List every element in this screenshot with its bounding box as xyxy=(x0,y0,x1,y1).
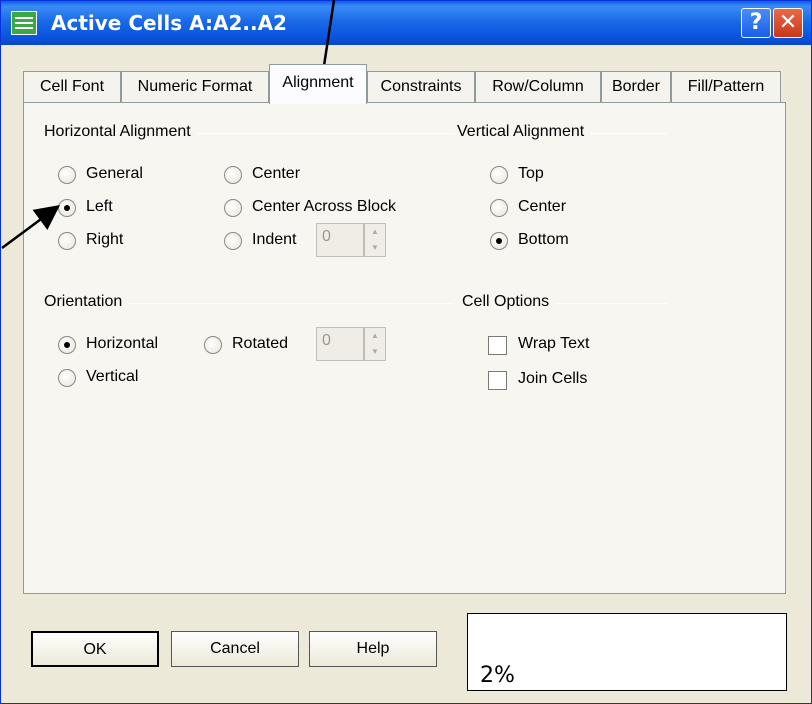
window-title: Active Cells A:A2..A2 xyxy=(51,11,287,35)
vertical-alignment-label: Vertical Alignment xyxy=(457,123,591,141)
radio-right[interactable] xyxy=(58,232,76,250)
spin-up-icon[interactable]: ▲ xyxy=(365,328,385,344)
indent-spin-arrows[interactable]: ▲ ▼ xyxy=(364,223,386,257)
right-label: Right xyxy=(86,231,124,248)
spin-down-icon[interactable]: ▼ xyxy=(365,344,385,360)
wrap-text-checkbox[interactable] xyxy=(488,336,507,355)
join-cells-checkbox[interactable] xyxy=(488,371,507,390)
general-label: General xyxy=(86,165,143,182)
radio-indent[interactable] xyxy=(224,232,242,250)
rotated-spinner[interactable]: 0 ▲ ▼ xyxy=(316,327,386,361)
vertical-center-label: Center xyxy=(518,198,567,215)
status-percentage: 2% xyxy=(480,663,515,688)
spin-up-icon[interactable]: ▲ xyxy=(365,224,385,240)
close-icon[interactable]: ✕ xyxy=(773,8,803,38)
center-label: Center xyxy=(252,165,301,182)
radio-top[interactable] xyxy=(490,166,508,184)
tab-row-column[interactable]: Row/Column xyxy=(475,71,601,103)
rotated-label: Rotated xyxy=(232,335,289,352)
radio-rotated[interactable] xyxy=(204,336,222,354)
tab-cell-font[interactable]: Cell Font xyxy=(23,71,121,103)
tab-numeric-format[interactable]: Numeric Format xyxy=(121,71,269,103)
horizontal-label: Horizontal xyxy=(86,335,159,352)
radio-bottom[interactable] xyxy=(490,232,508,250)
spreadsheet-icon xyxy=(11,11,37,35)
rotated-spin-arrows[interactable]: ▲ ▼ xyxy=(364,327,386,361)
top-label: Top xyxy=(518,165,544,182)
tab-constraints[interactable]: Constraints xyxy=(367,71,475,103)
indent-spinner[interactable]: 0 ▲ ▼ xyxy=(316,223,386,257)
bottom-label: Bottom xyxy=(518,231,569,248)
radio-vertical-center[interactable] xyxy=(490,199,508,217)
left-label: Left xyxy=(86,198,113,215)
rotated-value[interactable]: 0 xyxy=(316,327,364,361)
radio-horizontal[interactable] xyxy=(58,336,76,354)
radio-center-across-block[interactable] xyxy=(224,199,242,217)
status-box: 2% xyxy=(467,613,787,691)
cancel-button[interactable]: Cancel xyxy=(171,631,299,667)
radio-left[interactable] xyxy=(58,199,76,217)
tab-alignment[interactable]: Alignment xyxy=(269,64,367,104)
horizontal-alignment-label: Horizontal Alignment xyxy=(44,123,197,141)
center-across-block-label: Center Across Block xyxy=(252,198,397,215)
wrap-text-label: Wrap Text xyxy=(518,335,590,352)
ok-button[interactable]: OK xyxy=(31,631,159,667)
indent-value[interactable]: 0 xyxy=(316,223,364,257)
radio-center[interactable] xyxy=(224,166,242,184)
indent-label: Indent xyxy=(252,231,297,248)
help-button[interactable]: Help xyxy=(309,631,437,667)
title-bar[interactable]: Active Cells A:A2..A2 ? ✕ xyxy=(1,1,811,45)
help-icon[interactable]: ? xyxy=(741,8,771,38)
join-cells-label: Join Cells xyxy=(518,370,588,387)
spin-down-icon[interactable]: ▼ xyxy=(365,240,385,256)
cell-options-label: Cell Options xyxy=(462,293,556,311)
active-cells-dialog: Active Cells A:A2..A2 ? ✕ Cell Font Nume… xyxy=(0,0,812,704)
radio-vertical[interactable] xyxy=(58,369,76,387)
tab-fill-pattern[interactable]: Fill/Pattern xyxy=(671,71,781,103)
alignment-panel: Horizontal Alignment General Left Right … xyxy=(23,102,786,594)
radio-general[interactable] xyxy=(58,166,76,184)
tab-border[interactable]: Border xyxy=(601,71,671,103)
vertical-label: Vertical xyxy=(86,368,139,385)
orientation-label: Orientation xyxy=(44,293,129,311)
